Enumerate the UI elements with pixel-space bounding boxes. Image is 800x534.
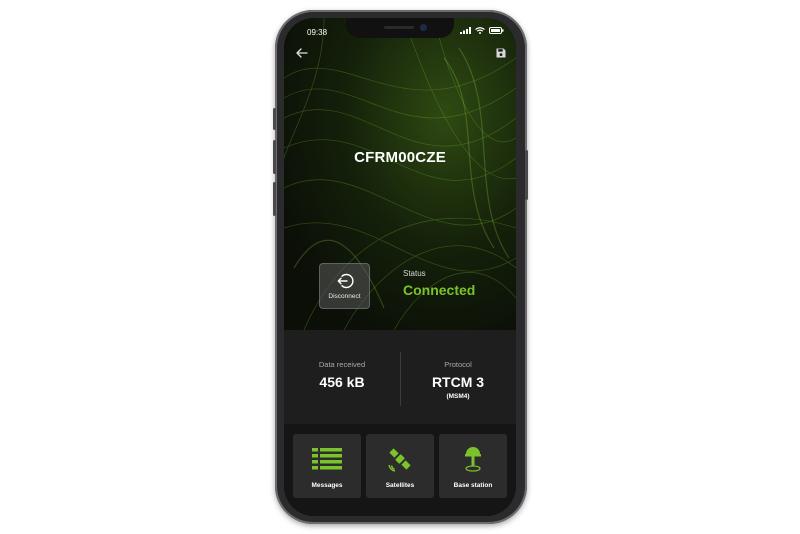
status-value: Connected [403, 282, 476, 298]
list-icon [312, 448, 342, 470]
messages-tile[interactable]: Messages [293, 434, 361, 498]
satellites-tile-label: Satellites [385, 482, 415, 489]
earpiece-speaker [384, 26, 414, 29]
device-name: CFRM00CZE [354, 149, 446, 166]
wifi-icon [475, 27, 485, 34]
data-received-value: 456 kB [319, 374, 365, 390]
protocol-stat: Protocol RTCM 3 (MSM4) [400, 360, 516, 400]
phone-volume-down-button [273, 182, 276, 216]
protocol-value: RTCM 3 [431, 374, 485, 390]
arrow-left-icon [296, 48, 308, 58]
signal-icon [460, 27, 471, 34]
satellite-icon [388, 448, 411, 472]
app-screen: 09:38 CFRM00CZE Disconnect Status Connec… [284, 18, 516, 516]
logout-circle-icon [337, 273, 354, 288]
data-received-stat: Data received 456 kB [284, 360, 400, 390]
satellites-tile[interactable]: Satellites [366, 434, 434, 498]
status-label: Status [403, 269, 426, 278]
phone-volume-up-button [273, 140, 276, 174]
save-button[interactable] [496, 45, 506, 63]
stats-panel: Data received 456 kB Protocol RTCM 3 (MS… [284, 330, 516, 424]
messages-tile-label: Messages [311, 482, 343, 489]
protocol-sub: (MSM4) [446, 393, 470, 400]
phone-power-button [525, 150, 528, 200]
base-station-tile[interactable]: Base station [439, 434, 507, 498]
status-bar-time: 09:38 [307, 28, 328, 37]
floppy-disk-icon [496, 48, 506, 58]
disconnect-label: Disconnect [328, 292, 361, 300]
data-received-label: Data received [318, 360, 366, 369]
battery-icon [489, 27, 504, 34]
base-station-tile-label: Base station [453, 482, 493, 489]
disconnect-button[interactable]: Disconnect [319, 263, 370, 309]
back-button[interactable] [296, 45, 308, 63]
front-camera [420, 24, 427, 31]
phone-mute-button [273, 108, 276, 130]
status-bar-icons [460, 27, 504, 34]
nav-tiles: Messages Satellites Base station [284, 424, 516, 516]
protocol-label: Protocol [444, 360, 472, 369]
antenna-icon [465, 447, 481, 472]
